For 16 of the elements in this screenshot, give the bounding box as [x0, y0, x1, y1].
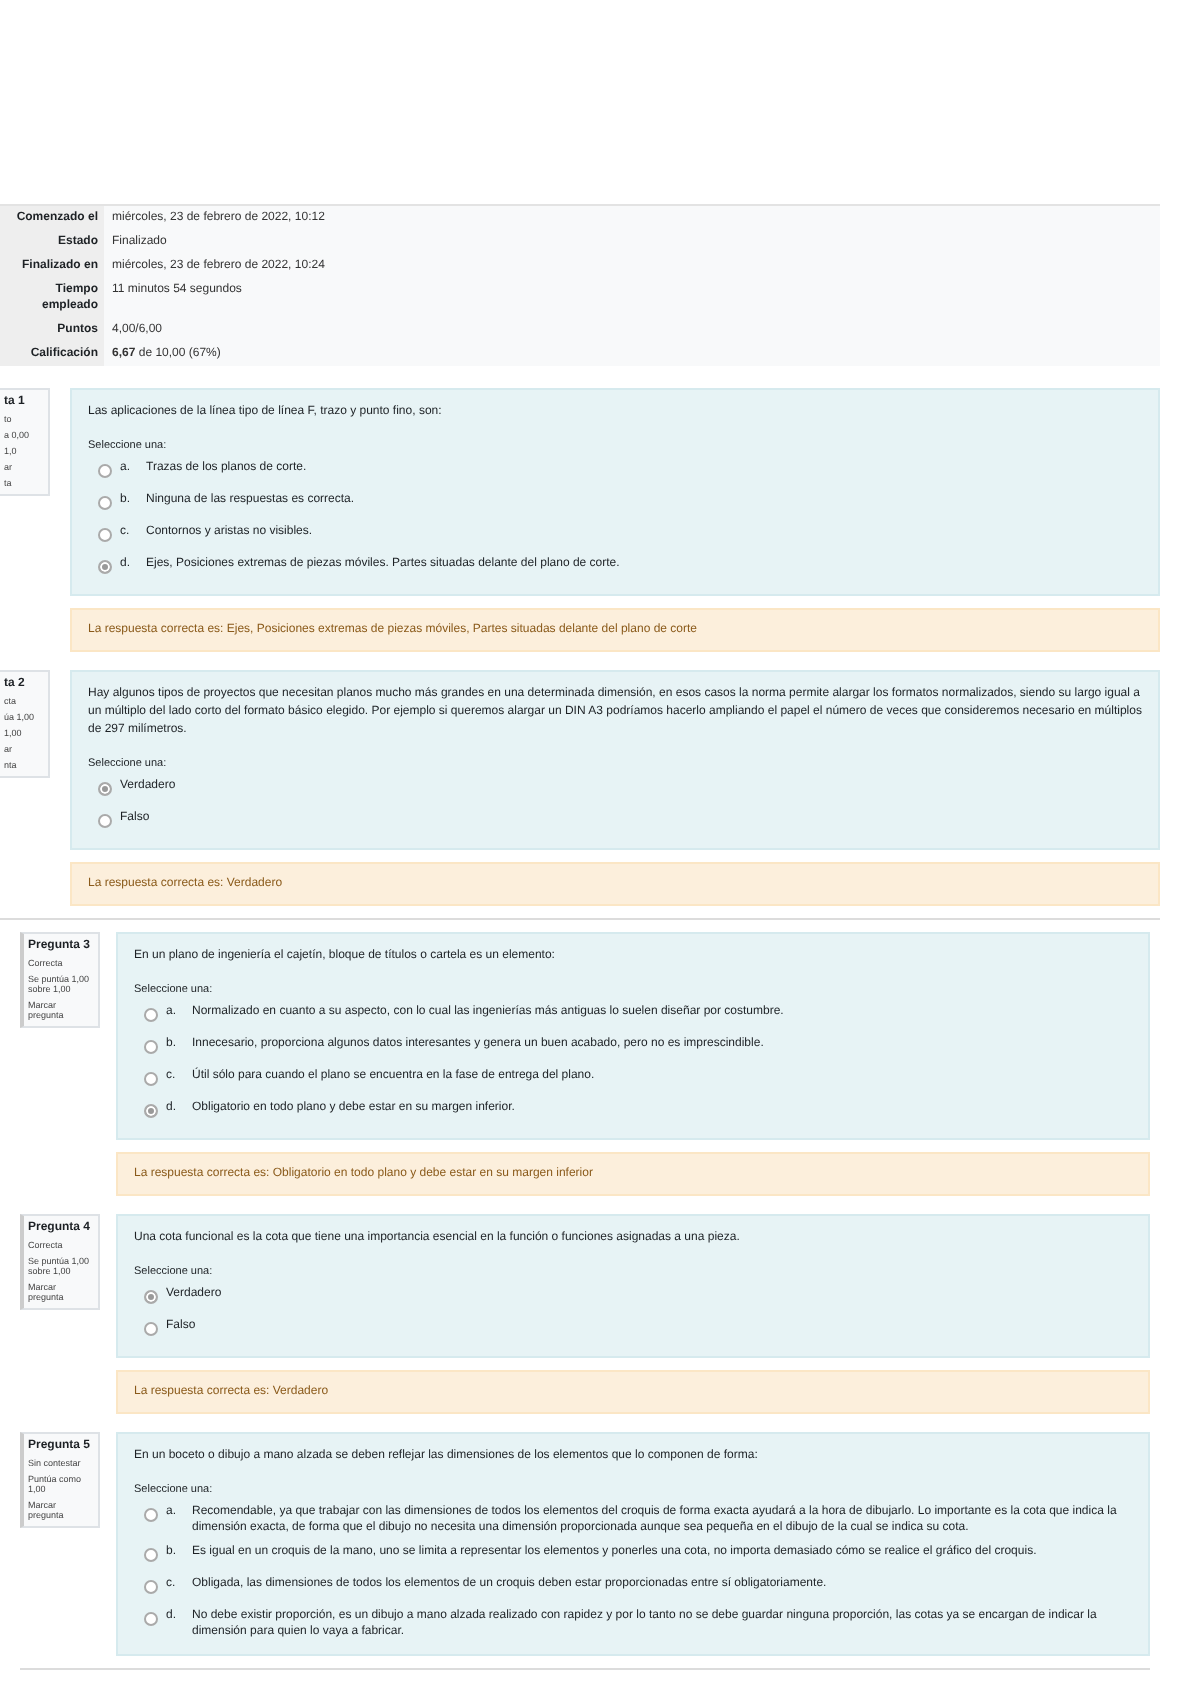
- radio-button[interactable]: [144, 1071, 158, 1085]
- radio-button[interactable]: [144, 1611, 158, 1625]
- radio-button[interactable]: [98, 813, 112, 827]
- radio-button[interactable]: [98, 559, 112, 573]
- radio-button[interactable]: [98, 495, 112, 509]
- radio-button[interactable]: [98, 527, 112, 541]
- radio-button[interactable]: [144, 1507, 158, 1521]
- radio-button[interactable]: [98, 463, 112, 477]
- radio-button[interactable]: [144, 1547, 158, 1561]
- radio-button[interactable]: [144, 1289, 158, 1303]
- radio-button[interactable]: [144, 1039, 158, 1053]
- radio-button[interactable]: [98, 781, 112, 795]
- radio-button[interactable]: [144, 1007, 158, 1021]
- radio-button[interactable]: [144, 1321, 158, 1335]
- radio-button[interactable]: [144, 1103, 158, 1117]
- radio-button[interactable]: [144, 1579, 158, 1593]
